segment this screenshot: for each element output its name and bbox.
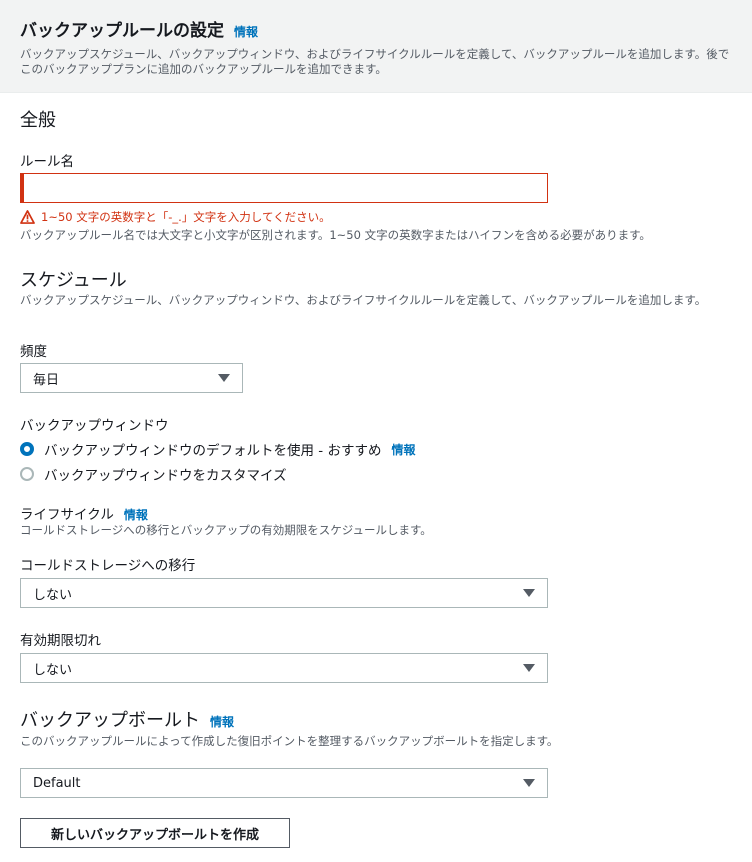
page-header: バックアップルールの設定 情報 バックアップスケジュール、バックアップウィンドウ…	[0, 0, 752, 93]
backup-window-label: バックアップウィンドウ	[20, 418, 169, 434]
page-title: バックアップルールの設定	[20, 21, 224, 41]
vault-section-title: バックアップボールト	[20, 710, 200, 731]
lifecycle-description: コールドストレージへの移行とバックアップの有効期限をスケジュールします。	[20, 523, 432, 537]
window-option-info-link[interactable]: 情報	[391, 441, 415, 458]
window-option-customize-label: バックアップウィンドウをカスタマイズ	[44, 468, 287, 484]
vault-heading: バックアップボールト 情報	[20, 706, 234, 732]
schedule-description: バックアップスケジュール、バックアップウィンドウ、およびライフサイクルルールを定…	[20, 293, 707, 307]
cold-storage-select-value: しない	[33, 587, 73, 603]
window-option-customize[interactable]: バックアップウィンドウをカスタマイズ	[20, 464, 287, 484]
frequency-select[interactable]: 毎日	[20, 363, 243, 393]
caret-down-icon	[218, 374, 230, 382]
vault-select-value: Default	[33, 775, 81, 791]
frequency-label: 頻度	[20, 344, 47, 360]
lifecycle-info-link[interactable]: 情報	[124, 506, 148, 523]
radio-button-checked[interactable]	[20, 442, 34, 456]
radio-button-unchecked[interactable]	[20, 467, 34, 481]
window-option-default[interactable]: バックアップウィンドウのデフォルトを使用 - おすすめ 情報	[20, 439, 415, 459]
header-description: バックアップスケジュール、バックアップウィンドウ、およびライフサイクルルールを定…	[20, 47, 730, 76]
window-option-default-label: バックアップウィンドウのデフォルトを使用 - おすすめ	[44, 443, 382, 459]
cold-storage-select[interactable]: しない	[20, 578, 548, 608]
create-vault-button[interactable]: 新しいバックアップボールトを作成	[20, 818, 290, 848]
general-section-title: 全般	[20, 110, 56, 131]
rule-name-label: ルール名	[20, 154, 74, 170]
vault-select[interactable]: Default	[20, 768, 548, 798]
expiration-select[interactable]: しない	[20, 653, 548, 683]
cold-storage-label: コールドストレージへの移行	[20, 558, 196, 574]
lifecycle-heading: ライフサイクル 情報	[20, 503, 148, 523]
schedule-section-title: スケジュール	[20, 270, 127, 291]
caret-down-icon	[523, 779, 535, 787]
header-info-link[interactable]: 情報	[234, 23, 258, 40]
rule-name-input[interactable]	[20, 173, 548, 203]
header-title-row: バックアップルールの設定 情報	[20, 16, 732, 41]
vault-description: このバックアップルールによって作成した復旧ポイントを整理するバックアップボールト…	[20, 734, 559, 748]
lifecycle-label: ライフサイクル	[20, 507, 114, 523]
rule-name-error: 1~50 文字の英数字と「-_.」文字を入力してください。	[20, 209, 331, 225]
expiration-select-value: しない	[33, 662, 73, 678]
caret-down-icon	[523, 664, 535, 672]
rule-name-hint: バックアップルール名では大文字と小文字が区別されます。1~50 文字の英数字また…	[20, 228, 651, 242]
warning-icon	[20, 210, 35, 224]
expiration-label: 有効期限切れ	[20, 633, 101, 649]
frequency-select-value: 毎日	[33, 372, 60, 388]
caret-down-icon	[523, 589, 535, 597]
rule-name-error-text: 1~50 文字の英数字と「-_.」文字を入力してください。	[41, 210, 331, 224]
vault-info-link[interactable]: 情報	[210, 713, 234, 730]
